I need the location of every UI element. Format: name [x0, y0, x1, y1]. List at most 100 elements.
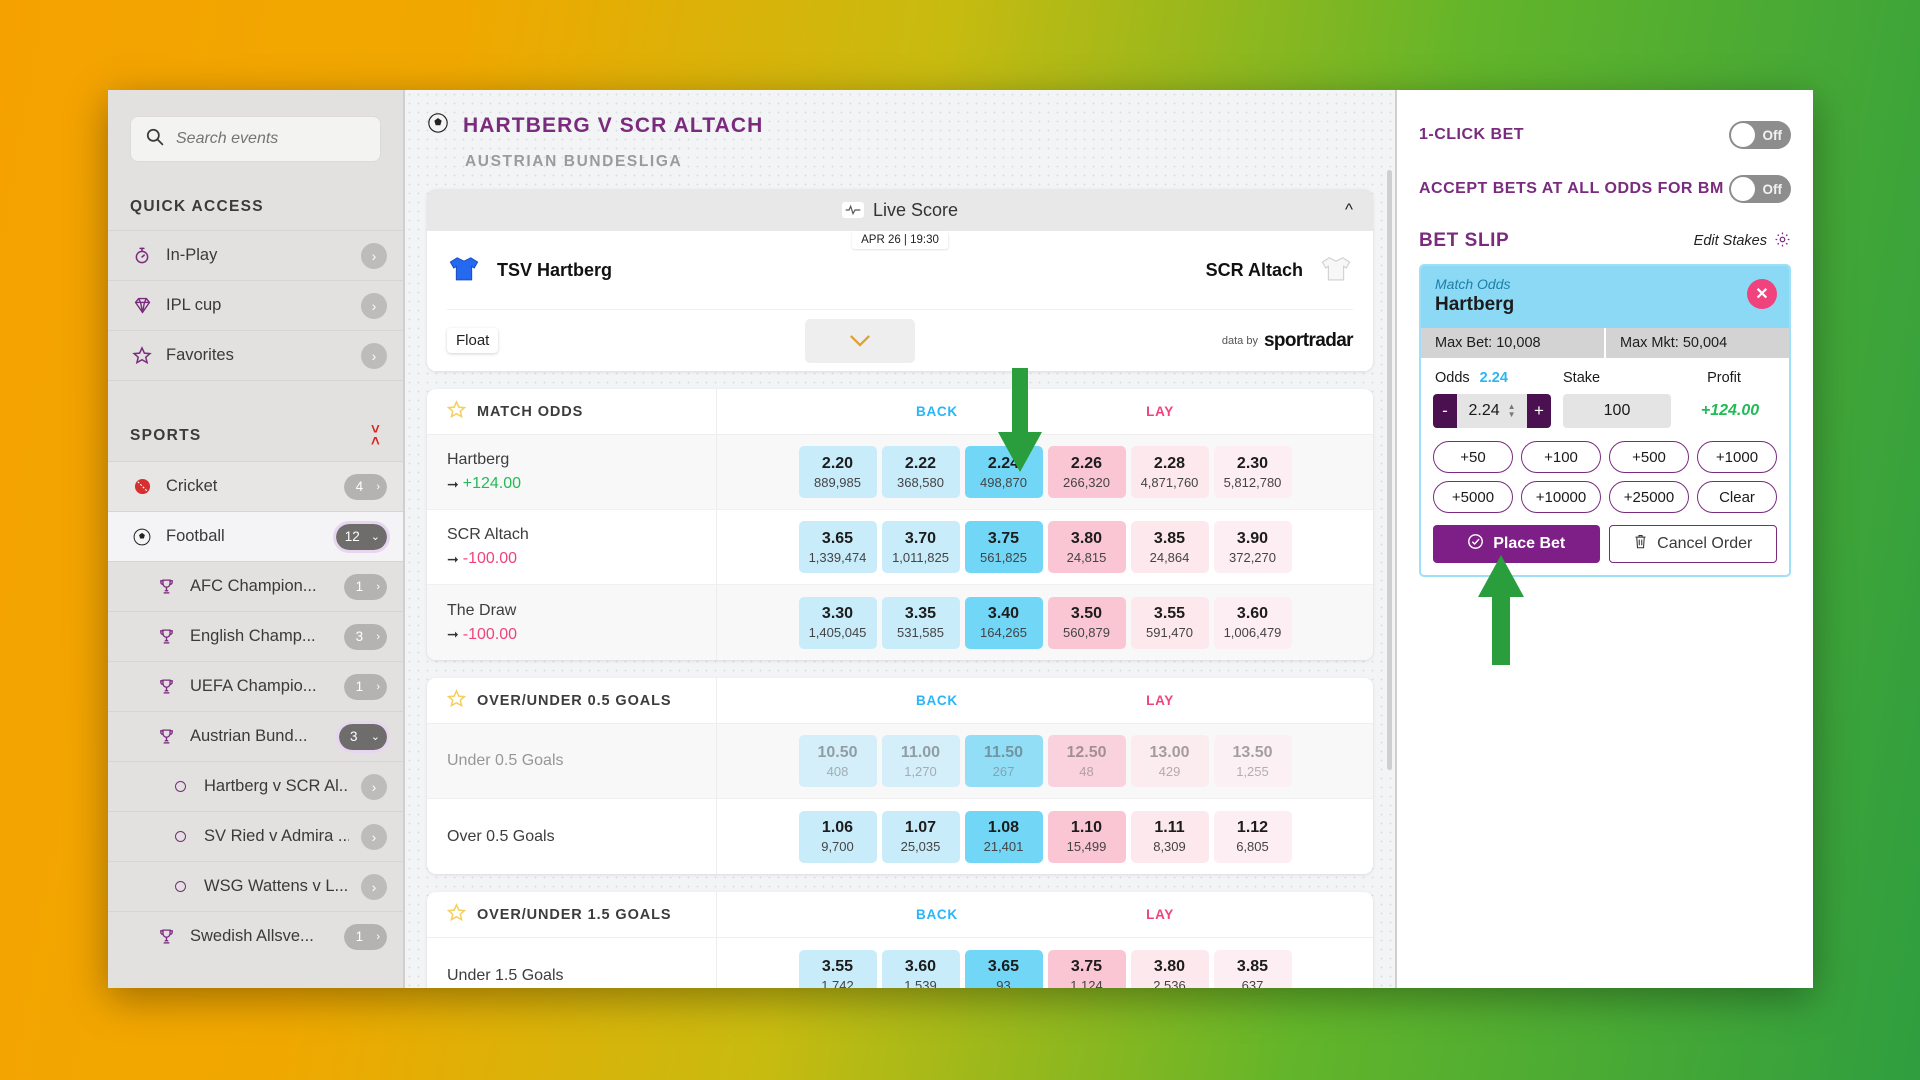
odds-cell[interactable]: 3.75 1,124 — [1047, 949, 1126, 988]
odds-cell[interactable]: 3.30 1,405,045 — [798, 596, 877, 649]
quick-stake-button[interactable]: +1000 — [1697, 441, 1777, 473]
star-icon[interactable] — [446, 902, 467, 927]
quick-stake-button[interactable]: +500 — [1609, 441, 1689, 473]
odds-cell[interactable]: 13.00 429 — [1130, 735, 1209, 787]
chevron-right-icon[interactable]: › — [361, 292, 387, 319]
quick-stake-button[interactable]: +50 — [1433, 441, 1513, 473]
odds-cell[interactable]: 3.85 24,864 — [1130, 521, 1209, 573]
odds-cell[interactable]: 2.22 368,580 — [881, 446, 960, 498]
odds-cell[interactable]: 1.08 21,401 — [964, 810, 1043, 863]
chevron-right-icon[interactable]: › — [361, 773, 387, 800]
chevron-right-icon[interactable]: › — [361, 342, 387, 369]
odds-value: 3.90 — [1236, 529, 1269, 547]
competition-count-pill[interactable]: 3 ⌄ — [338, 723, 387, 750]
sidebar-item-cricket[interactable]: Cricket 4 › — [108, 461, 403, 512]
sidebar-item-in-play[interactable]: In-Play › — [108, 230, 403, 280]
sidebar-item-swedish-allsvenskan[interactable]: Swedish Allsve... 1 › — [108, 911, 403, 961]
collapse-all-icon[interactable]: ˅ ˄ — [371, 422, 381, 449]
odds-cell[interactable]: 10.50 408 — [798, 735, 877, 787]
stake-input[interactable] — [1563, 394, 1671, 428]
chevron-up-icon[interactable]: ^ — [1345, 200, 1353, 220]
odds-value: 3.80 — [1070, 529, 1103, 547]
odds-cell[interactable]: 3.55 591,470 — [1130, 596, 1209, 649]
live-score-bar[interactable]: Live Score ^ — [427, 189, 1373, 231]
odds-cell[interactable]: 3.65 93 — [964, 949, 1043, 988]
chevron-right-icon[interactable]: › — [361, 242, 387, 269]
odds-cell[interactable]: 1.11 8,309 — [1130, 810, 1209, 863]
quick-stake-button[interactable]: +10000 — [1521, 481, 1601, 513]
odds-cell[interactable]: 3.70 1,011,825 — [881, 521, 960, 573]
odds-cell[interactable]: 2.30 5,812,780 — [1213, 446, 1292, 498]
sport-count-pill[interactable]: 12 ⌄ — [335, 523, 387, 550]
star-icon[interactable] — [446, 688, 467, 713]
odds-cell[interactable]: 1.10 15,499 — [1047, 810, 1126, 863]
sidebar-item-count: 3 — [338, 723, 369, 750]
arrow-right-icon: ➞ — [447, 626, 459, 642]
search-box[interactable] — [130, 116, 381, 162]
odds-cell[interactable]: 3.75 561,825 — [964, 521, 1043, 573]
sidebar-item-favorites[interactable]: Favorites › — [108, 330, 403, 380]
runner-pnl: ➞ +124.00 — [447, 475, 716, 493]
sidebar-item-afc-championship[interactable]: AFC Champion... 1 › — [108, 561, 403, 611]
sidebar-item-event-wsg-wattens[interactable]: WSG Wattens v L... › — [108, 861, 403, 911]
chevron-right-icon[interactable]: › — [361, 823, 387, 850]
odds-cell[interactable]: 3.40 164,265 — [964, 596, 1043, 649]
competition-count-pill[interactable]: 1 › — [344, 573, 387, 600]
sidebar-item-count: 3 — [344, 623, 375, 650]
sidebar-item-event-hartberg[interactable]: Hartberg v SCR Al... › — [108, 761, 403, 811]
odds-cell[interactable]: 3.80 2,536 — [1130, 949, 1209, 988]
quick-stake-button[interactable]: +5000 — [1433, 481, 1513, 513]
odds-cell[interactable]: 1.07 25,035 — [881, 810, 960, 863]
odds-cell[interactable]: 3.60 1,539 — [881, 949, 960, 988]
odds-input[interactable]: 2.24 ▲ ▼ — [1457, 394, 1527, 428]
odds-increment-button[interactable]: + — [1527, 394, 1551, 428]
odds-cell[interactable]: 2.20 889,985 — [798, 446, 877, 498]
competition-count-pill[interactable]: 1 › — [344, 923, 387, 950]
cancel-order-button[interactable]: Cancel Order — [1608, 525, 1777, 563]
odds-cell[interactable]: 11.00 1,270 — [881, 735, 960, 787]
odds-cell[interactable]: 3.85 637 — [1213, 949, 1292, 988]
odds-cell[interactable]: 3.80 24,815 — [1047, 521, 1126, 573]
odds-cell[interactable]: 2.28 4,871,760 — [1130, 446, 1209, 498]
odds-cell[interactable]: 3.55 1,742 — [798, 949, 877, 988]
data-by-label: data by — [1221, 334, 1258, 347]
quick-stake-button[interactable]: +25000 — [1609, 481, 1689, 513]
odds-cell[interactable]: 13.50 1,255 — [1213, 735, 1292, 787]
odds-cell[interactable]: 3.65 1,339,474 — [798, 521, 877, 573]
sidebar-item-english-championship[interactable]: English Champ... 3 › — [108, 611, 403, 661]
odds-cell[interactable]: 11.50 267 — [964, 735, 1043, 787]
one-click-bet-toggle[interactable]: Off — [1729, 121, 1791, 149]
chevron-right-icon[interactable]: › — [361, 873, 387, 900]
accept-all-odds-toggle[interactable]: Off — [1729, 175, 1791, 203]
odds-cell[interactable]: 3.50 560,879 — [1047, 596, 1126, 649]
odds-stepper[interactable]: - 2.24 ▲ ▼ + — [1433, 394, 1551, 428]
sidebar-item-football[interactable]: Football 12 ⌄ — [108, 511, 403, 562]
sidebar-item-event-sv-ried[interactable]: SV Ried v Admira ... › — [108, 811, 403, 861]
sport-count-pill[interactable]: 4 › — [344, 473, 387, 500]
quick-stake-button[interactable]: Clear — [1697, 481, 1777, 513]
spinner-icon[interactable]: ▲ ▼ — [1508, 403, 1516, 419]
quick-stake-button[interactable]: +100 — [1521, 441, 1601, 473]
odds-cell[interactable]: 1.06 9,700 — [798, 810, 877, 863]
star-icon[interactable] — [446, 399, 467, 424]
sidebar-item-austrian-bundesliga[interactable]: Austrian Bund... 3 ⌄ — [108, 711, 403, 761]
sidebar-item-uefa-championship[interactable]: UEFA Champio... 1 › — [108, 661, 403, 711]
float-button[interactable]: Float — [447, 328, 499, 353]
close-icon[interactable]: ✕ — [1747, 279, 1777, 309]
expand-dropdown[interactable] — [805, 318, 916, 363]
competition-count-pill[interactable]: 3 › — [344, 623, 387, 650]
odds-value: 2.20 — [821, 454, 854, 472]
odds-cell[interactable]: 12.50 48 — [1047, 735, 1126, 787]
odds-cell[interactable]: 3.35 531,585 — [881, 596, 960, 649]
accept-all-odds-state: Off — [1762, 181, 1783, 197]
odds-cell[interactable]: 2.26 266,320 — [1047, 446, 1126, 498]
odds-cell[interactable]: 1.12 6,805 — [1213, 810, 1292, 863]
odds-decrement-button[interactable]: - — [1433, 394, 1457, 428]
search-input[interactable] — [176, 130, 366, 148]
sidebar-item-ipl-cup[interactable]: IPL cup › — [108, 280, 403, 330]
edit-stakes-button[interactable]: Edit Stakes — [1694, 231, 1791, 252]
odds-cell[interactable]: 3.60 1,006,479 — [1213, 596, 1292, 649]
odds-cell[interactable]: 3.90 372,270 — [1213, 521, 1292, 573]
main-scrollbar[interactable] — [1387, 170, 1392, 770]
competition-count-pill[interactable]: 1 › — [344, 673, 387, 700]
